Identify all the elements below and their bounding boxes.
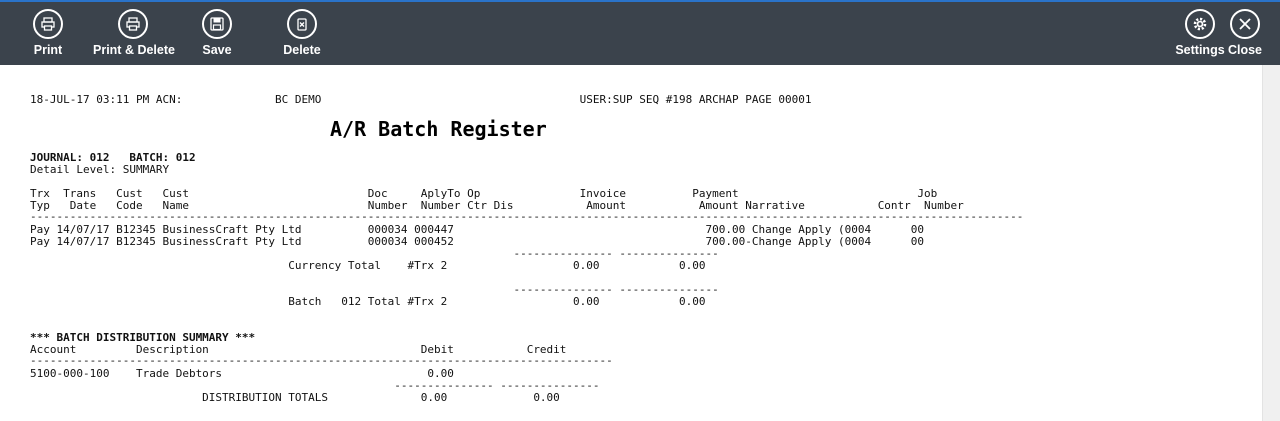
printer-icon [118,9,148,39]
print-delete-label: Print & Delete [93,43,175,57]
report-viewer: 18-JUL-17 03:11 PM ACN: BC DEMO USER:SUP… [0,65,1262,421]
print-label: Print [33,43,63,57]
toolbar: Print Print & Delete Save Delete Setting… [0,2,1280,65]
vertical-scrollbar[interactable] [1262,65,1280,421]
close-button[interactable]: Close [1205,9,1280,63]
delete-label: Delete [283,43,321,57]
header-rule: ----------------------------------------… [30,210,1024,223]
save-button[interactable]: Save [177,9,257,63]
detail-level-line: Detail Level: SUMMARY [30,163,170,176]
distribution-totals-line: DISTRIBUTION TOTALS 0.00 0.00 [30,391,560,404]
printer-icon [33,9,63,39]
save-label: Save [202,43,232,57]
print-button[interactable]: Print [8,9,88,63]
close-label: Close [1227,43,1263,57]
report-title: A/R Batch Register [330,117,547,141]
report-header-line: 18-JUL-17 03:11 PM ACN: BC DEMO USER:SUP… [30,93,812,106]
close-icon [1230,9,1260,39]
trash-icon [287,9,317,39]
distribution-rule: ----------------------------------------… [30,354,613,367]
floppy-disk-icon [202,9,232,39]
currency-total-line: Currency Total #Trx 2 0.00 0.00 [30,259,706,272]
print-delete-button[interactable]: Print & Delete [93,9,175,63]
batch-total-line: Batch 012 Total #Trx 2 0.00 0.00 [30,295,706,308]
delete-button[interactable]: Delete [262,9,342,63]
